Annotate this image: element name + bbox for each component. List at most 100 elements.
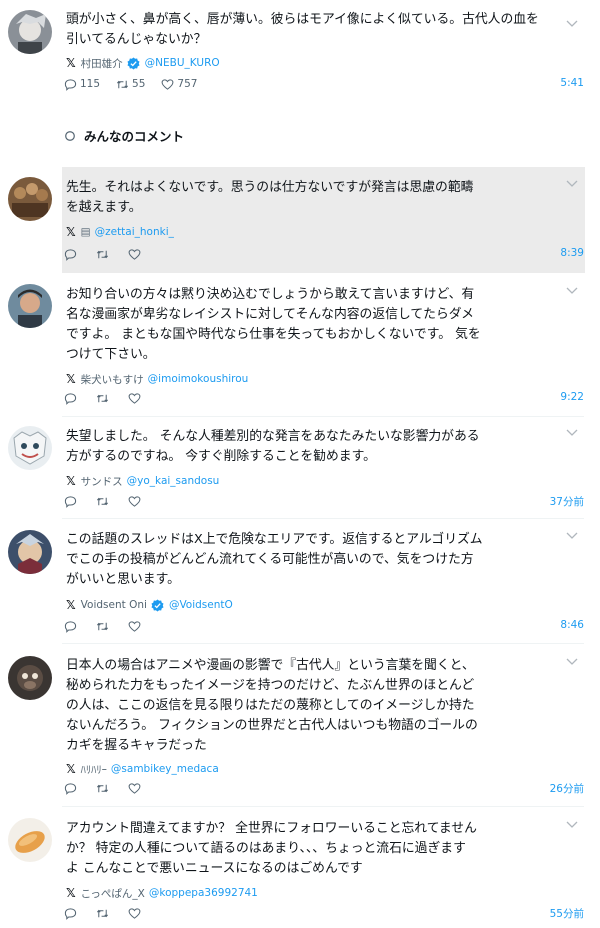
repost-button[interactable] — [96, 495, 112, 508]
heart-icon — [128, 620, 141, 632]
comment-time[interactable]: 8:39 — [560, 247, 584, 259]
comment-time[interactable]: 55分前 — [550, 906, 584, 921]
like-button[interactable] — [128, 392, 144, 405]
section-title-text: みんなのコメント — [84, 129, 185, 144]
reply-icon — [64, 495, 77, 508]
author-handle: @NEBU_KURO — [144, 57, 220, 69]
avatar[interactable] — [8, 284, 52, 328]
reply-button[interactable] — [64, 392, 80, 405]
heart-icon — [162, 78, 174, 90]
comment-actions — [64, 780, 160, 796]
post-author[interactable]: 𝕏 村田雄介 @NEBU_KURO — [66, 55, 220, 71]
comments-section-title: みんなのコメント — [64, 126, 184, 145]
reply-icon — [64, 78, 77, 91]
comment-time[interactable]: 26分前 — [550, 781, 584, 796]
comment-text: 日本人の場合はアニメや漫画の影響で『古代人』という言葉を聞くと、 秘められた力を… — [66, 658, 478, 753]
repost-button[interactable]: 55 — [116, 78, 145, 91]
comment-author[interactable]: 𝕏 ﾊﾘﾊﾘｰ @sambikey_medaca — [66, 761, 219, 777]
like-button[interactable] — [128, 907, 144, 920]
x-logo-icon: 𝕏 — [66, 225, 76, 239]
comment-author[interactable]: 𝕏 こっぺぱん_X @koppepa36992741 — [66, 885, 258, 901]
divider — [62, 806, 584, 807]
comment-text: アカウント間違えてますか？ 全世界にフォロワーいること忘れてません か？ 特定の… — [66, 821, 477, 876]
x-logo-icon: 𝕏 — [66, 372, 76, 386]
repost-button[interactable] — [96, 392, 112, 405]
repost-button[interactable] — [96, 620, 112, 633]
comment-author[interactable]: 𝕏 柴犬いもすけ @imoimokoushirou — [66, 371, 248, 387]
reply-icon — [64, 248, 77, 261]
reply-button[interactable]: 115 — [64, 78, 100, 91]
chevron-down-icon[interactable] — [566, 532, 578, 540]
repost-icon — [117, 80, 129, 88]
like-button[interactable] — [128, 782, 144, 795]
comment-text: この話題のスレッドはX上で危険なエリアです。返信するとアルゴリズム でこの手の投… — [66, 532, 483, 587]
repost-count: 55 — [132, 78, 146, 90]
repost-button[interactable] — [96, 907, 112, 920]
like-button[interactable] — [128, 495, 144, 508]
x-logo-icon: 𝕏 — [66, 762, 76, 776]
author-handle: @VoidsentO — [168, 599, 233, 611]
comment-text: 失望しました。 そんな人種差別的な発言をあなたみたいな影響力がある 方がするので… — [66, 429, 480, 464]
like-count: 757 — [177, 78, 198, 90]
author-handle: @imoimokoushirou — [147, 373, 249, 385]
search-icon — [65, 130, 75, 141]
reply-button[interactable] — [64, 907, 80, 920]
comment-actions — [64, 905, 160, 921]
divider — [62, 643, 584, 644]
comment-time[interactable]: 37分前 — [550, 494, 584, 509]
heart-icon — [128, 495, 141, 507]
reply-button[interactable] — [64, 620, 80, 633]
reply-button[interactable] — [64, 248, 80, 261]
avatar[interactable] — [8, 426, 52, 470]
chevron-down-icon[interactable] — [566, 287, 578, 295]
x-logo-icon: 𝕏 — [66, 474, 76, 488]
like-button[interactable] — [128, 248, 144, 261]
author-name: サンドス — [80, 475, 123, 488]
author-handle: @zettai_honki_ — [94, 226, 174, 238]
repost-button[interactable] — [96, 782, 112, 795]
avatar[interactable] — [8, 10, 52, 54]
avatar-image — [8, 656, 52, 700]
reply-button[interactable] — [64, 495, 80, 508]
avatar[interactable] — [8, 530, 52, 574]
comment-text: お知り合いの方々は黙り決め込むでしょうから敢えて言いますけど、有 名な漫画家が卑… — [66, 287, 481, 362]
avatar[interactable] — [8, 818, 52, 862]
reply-button[interactable] — [64, 782, 80, 795]
chevron-down-icon[interactable] — [566, 821, 578, 829]
comment-actions — [64, 618, 160, 634]
repost-button[interactable] — [96, 248, 112, 261]
verified-badge-icon — [127, 56, 140, 70]
chevron-down-icon[interactable] — [566, 658, 578, 666]
chevron-down-icon[interactable] — [566, 180, 578, 188]
repost-icon — [97, 497, 108, 505]
comment-actions — [64, 246, 160, 262]
like-button[interactable]: 757 — [161, 78, 197, 91]
author-handle: @yo_kai_sandosu — [126, 475, 220, 487]
chevron-down-icon[interactable] — [566, 429, 578, 437]
comment-actions — [64, 390, 160, 406]
divider — [62, 416, 584, 417]
comment-time[interactable]: 8:46 — [560, 619, 584, 631]
chevron-down-icon[interactable] — [566, 20, 578, 28]
comment-author[interactable]: 𝕏 サンドス @yo_kai_sandosu — [66, 473, 219, 489]
verified-badge-icon — [151, 598, 164, 612]
avatar-image — [8, 426, 52, 470]
author-name: こっぺぱん_X — [80, 887, 145, 900]
repost-icon — [97, 250, 108, 258]
author-name: 村田雄介 — [80, 57, 123, 70]
divider — [62, 518, 584, 519]
like-button[interactable] — [128, 620, 144, 633]
avatar-image — [8, 177, 52, 221]
avatar[interactable] — [8, 177, 52, 221]
post-time[interactable]: 5:41 — [560, 77, 584, 89]
heart-icon — [128, 392, 141, 404]
comment-author[interactable]: 𝕏 ▤ @zettai_honki_ — [66, 224, 174, 240]
x-logo-icon: 𝕏 — [66, 886, 76, 900]
avatar[interactable] — [8, 656, 52, 700]
comment-time[interactable]: 9:22 — [560, 391, 584, 403]
comment-author[interactable]: 𝕏 Voidsent Oni @VoidsentO — [66, 597, 233, 613]
comment-text: 先生。それはよくないです。思うのは仕方ないですが発言は思慮の範疇 を越えます。 — [66, 180, 474, 215]
x-logo-icon: 𝕏 — [66, 56, 76, 70]
avatar-image — [8, 530, 52, 574]
author-name: ﾊﾘﾊﾘｰ — [80, 763, 107, 776]
